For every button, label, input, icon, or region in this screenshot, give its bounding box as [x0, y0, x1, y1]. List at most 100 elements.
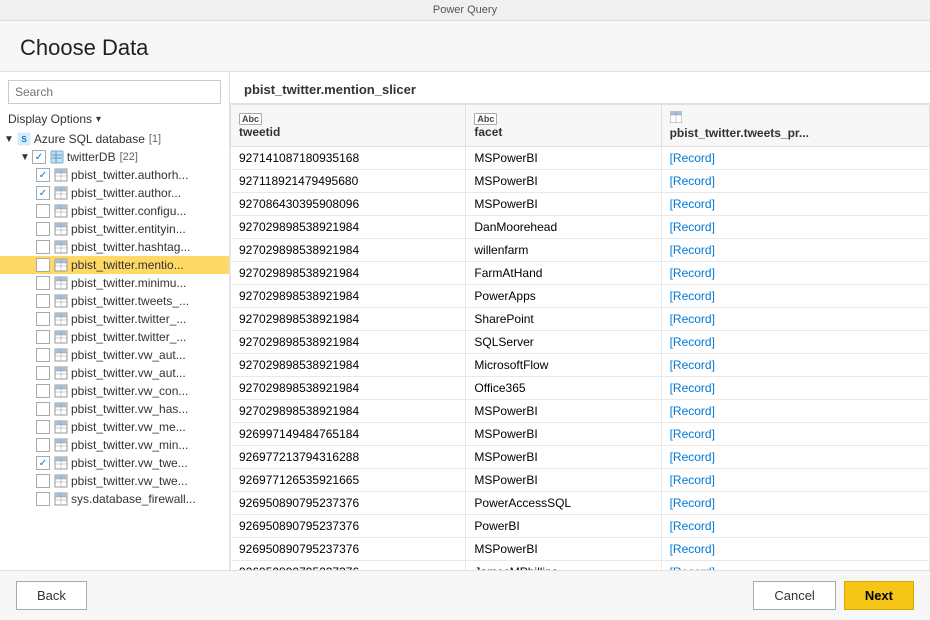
table-icon [53, 240, 69, 254]
tree-container: ▼ S Azure SQL database[1]▼ twitterDB[22] [0, 130, 229, 570]
cell-record: [Record] [661, 400, 929, 423]
cell-record: [Record] [661, 331, 929, 354]
column-header-content: Abc tweetid [239, 113, 457, 139]
tree-item-label: pbist_twitter.twitter_... [71, 330, 186, 344]
tree-checkbox[interactable] [32, 150, 46, 164]
table-icon [53, 366, 69, 380]
tree-checkbox[interactable] [36, 402, 50, 416]
tree-item-label: pbist_twitter.vw_aut... [71, 348, 186, 362]
table-title: pbist_twitter.mention_slicer [230, 72, 930, 104]
dialog-body: Display Options ▾ ▼ S Azure SQL database… [0, 72, 930, 570]
tree-item-t15[interactable]: pbist_twitter.vw_me... [0, 418, 229, 436]
tree-item-t6[interactable]: pbist_twitter.mentio... [0, 256, 229, 274]
tree-checkbox[interactable] [36, 258, 50, 272]
cell-tweetid: 927029898538921984 [231, 239, 466, 262]
tree-checkbox[interactable] [36, 294, 50, 308]
tree-item-twitterdb[interactable]: ▼ twitterDB[22] [0, 148, 229, 166]
cell-record: [Record] [661, 147, 929, 170]
tree-item-t14[interactable]: pbist_twitter.vw_has... [0, 400, 229, 418]
record-link: [Record] [670, 266, 715, 280]
svg-text:S: S [21, 135, 27, 144]
cell-tweetid: 926950890795237376 [231, 515, 466, 538]
tree-item-t16[interactable]: pbist_twitter.vw_min... [0, 436, 229, 454]
table-row[interactable]: 926950890795237376JamesMPhillips[Record] [231, 561, 930, 571]
tree-checkbox[interactable] [36, 474, 50, 488]
tree-item-t7[interactable]: pbist_twitter.minimu... [0, 274, 229, 292]
tree-checkbox[interactable] [36, 366, 50, 380]
tree-checkbox[interactable] [36, 186, 50, 200]
tree-item-label: pbist_twitter.vw_me... [71, 420, 186, 434]
table-row[interactable]: 927029898538921984Office365[Record] [231, 377, 930, 400]
tree-item-t17[interactable]: pbist_twitter.vw_twe... [0, 454, 229, 472]
cell-facet: JamesMPhillips [466, 561, 661, 571]
tree-checkbox[interactable] [36, 168, 50, 182]
tree-item-t11[interactable]: pbist_twitter.vw_aut... [0, 346, 229, 364]
display-options-button[interactable]: Display Options ▾ [0, 108, 229, 130]
tree-item-label: pbist_twitter.entityin... [71, 222, 186, 236]
cell-tweetid: 926950890795237376 [231, 561, 466, 571]
table-row[interactable]: 927029898538921984SharePoint[Record] [231, 308, 930, 331]
table-row[interactable]: 926950890795237376MSPowerBI[Record] [231, 538, 930, 561]
table-row[interactable]: 927118921479495680MSPowerBI[Record] [231, 170, 930, 193]
table-row[interactable]: 927141087180935168MSPowerBI[Record] [231, 147, 930, 170]
table-row[interactable]: 926977213794316288MSPowerBI[Record] [231, 446, 930, 469]
tree-item-t2[interactable]: pbist_twitter.author... [0, 184, 229, 202]
tree-item-t19[interactable]: sys.database_firewall... [0, 490, 229, 508]
tree-item-t3[interactable]: pbist_twitter.configu... [0, 202, 229, 220]
table-row[interactable]: 927029898538921984SQLServer[Record] [231, 331, 930, 354]
column-name: pbist_twitter.tweets_pr... [670, 126, 921, 140]
table-row[interactable]: 927029898538921984MicrosoftFlow[Record] [231, 354, 930, 377]
tree-item-t13[interactable]: pbist_twitter.vw_con... [0, 382, 229, 400]
column-type: Abc [474, 113, 652, 125]
column-header-2: pbist_twitter.tweets_pr... [661, 105, 929, 147]
cell-tweetid: 927029898538921984 [231, 331, 466, 354]
cancel-button[interactable]: Cancel [753, 581, 835, 610]
search-input[interactable] [8, 80, 221, 104]
tree-checkbox[interactable] [36, 384, 50, 398]
tree-checkbox[interactable] [36, 204, 50, 218]
tree-checkbox[interactable] [36, 330, 50, 344]
table-row[interactable]: 926950890795237376PowerAccessSQL[Record] [231, 492, 930, 515]
record-link: [Record] [670, 174, 715, 188]
tree-item-t9[interactable]: pbist_twitter.twitter_... [0, 310, 229, 328]
record-link: [Record] [670, 289, 715, 303]
back-button[interactable]: Back [16, 581, 87, 610]
record-link: [Record] [670, 450, 715, 464]
tree-checkbox[interactable] [36, 240, 50, 254]
record-link: [Record] [670, 335, 715, 349]
table-row[interactable]: 927086430395908096MSPowerBI[Record] [231, 193, 930, 216]
next-button[interactable]: Next [844, 581, 914, 610]
cell-record: [Record] [661, 538, 929, 561]
tree-checkbox[interactable] [36, 438, 50, 452]
table-row[interactable]: 926950890795237376PowerBI[Record] [231, 515, 930, 538]
tree-checkbox[interactable] [36, 276, 50, 290]
tree-item-t1[interactable]: pbist_twitter.authorh... [0, 166, 229, 184]
tree-item-t18[interactable]: pbist_twitter.vw_twe... [0, 472, 229, 490]
tree-item-azure-sql[interactable]: ▼ S Azure SQL database[1] [0, 130, 229, 148]
tree-item-t12[interactable]: pbist_twitter.vw_aut... [0, 364, 229, 382]
record-link: [Record] [670, 381, 715, 395]
table-row[interactable]: 927029898538921984PowerApps[Record] [231, 285, 930, 308]
table-row[interactable]: 927029898538921984willenfarm[Record] [231, 239, 930, 262]
tree-checkbox[interactable] [36, 420, 50, 434]
table-row[interactable]: 926997149484765184MSPowerBI[Record] [231, 423, 930, 446]
type-icon-table [670, 111, 682, 126]
tree-item-t10[interactable]: pbist_twitter.twitter_... [0, 328, 229, 346]
tree-item-t4[interactable]: pbist_twitter.entityin... [0, 220, 229, 238]
tree-checkbox[interactable] [36, 348, 50, 362]
tree-item-t8[interactable]: pbist_twitter.tweets_... [0, 292, 229, 310]
table-row[interactable]: 926977126535921665MSPowerBI[Record] [231, 469, 930, 492]
cell-facet: MSPowerBI [466, 193, 661, 216]
table-row[interactable]: 927029898538921984MSPowerBI[Record] [231, 400, 930, 423]
table-row[interactable]: 927029898538921984FarmAtHand[Record] [231, 262, 930, 285]
tree-checkbox[interactable] [36, 312, 50, 326]
tree-checkbox[interactable] [36, 456, 50, 470]
tree-checkbox[interactable] [36, 492, 50, 506]
record-link: [Record] [670, 427, 715, 441]
table-row[interactable]: 927029898538921984DanMoorehead[Record] [231, 216, 930, 239]
tree-item-t5[interactable]: pbist_twitter.hashtag... [0, 238, 229, 256]
table-icon [53, 222, 69, 236]
left-panel: Display Options ▾ ▼ S Azure SQL database… [0, 72, 230, 570]
cell-facet: MSPowerBI [466, 538, 661, 561]
tree-checkbox[interactable] [36, 222, 50, 236]
